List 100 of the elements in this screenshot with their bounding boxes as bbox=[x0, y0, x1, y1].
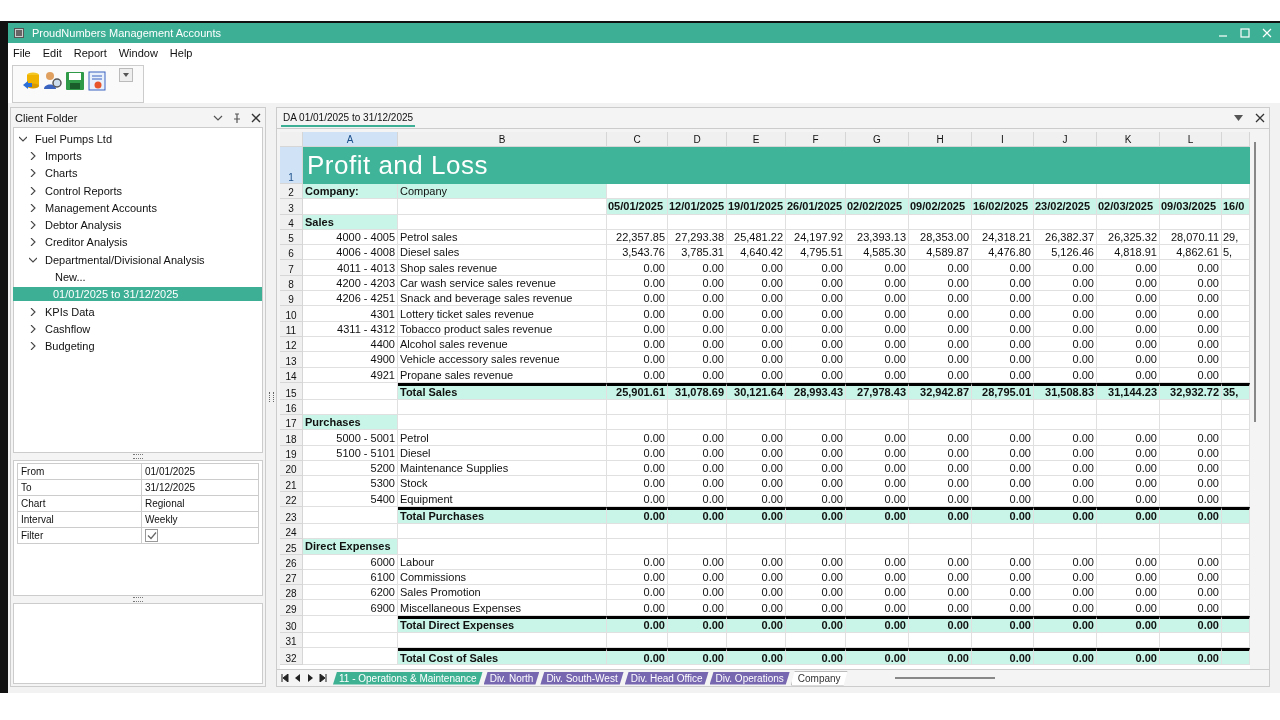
date-header: 19/01/2025 bbox=[727, 199, 786, 215]
tree-item[interactable]: Charts bbox=[43, 166, 80, 181]
sheet-tab[interactable]: Div. Head Office bbox=[624, 671, 709, 685]
table-cell: 6200 bbox=[303, 585, 398, 601]
column-header[interactable]: J bbox=[1034, 132, 1097, 147]
property-value[interactable]: Weekly bbox=[142, 512, 259, 528]
row-number[interactable]: 20 bbox=[280, 461, 303, 477]
pin-icon[interactable] bbox=[232, 112, 242, 123]
chevron-down-icon[interactable] bbox=[19, 134, 27, 143]
row-number[interactable]: 9 bbox=[280, 291, 303, 307]
table-cell: 0.00 bbox=[727, 491, 786, 507]
property-value[interactable]: Regional bbox=[142, 496, 259, 512]
table-cell: 0.00 bbox=[607, 569, 668, 586]
checkbox[interactable] bbox=[145, 529, 158, 542]
dropdown-arrow-icon[interactable] bbox=[1234, 114, 1243, 122]
tree-item[interactable]: Fuel Pumps Ltd bbox=[33, 131, 115, 146]
table-cell: 0.00 bbox=[1097, 367, 1160, 383]
row-number[interactable]: 10 bbox=[280, 306, 303, 322]
chevron-right-icon[interactable] bbox=[29, 151, 37, 160]
row-number[interactable]: 17 bbox=[280, 415, 303, 431]
menu-item[interactable]: Window bbox=[118, 47, 158, 59]
chevron-right-icon[interactable] bbox=[29, 238, 37, 247]
menu-item[interactable]: File bbox=[13, 47, 31, 59]
scrollbar-thumb[interactable] bbox=[894, 677, 995, 679]
tree-item[interactable]: Control Reports bbox=[43, 183, 125, 198]
column-header[interactable]: F bbox=[786, 132, 846, 147]
column-header[interactable]: D bbox=[668, 132, 727, 147]
corner-cell[interactable] bbox=[280, 132, 303, 147]
chevron-right-icon[interactable] bbox=[29, 203, 37, 212]
tree-item[interactable]: Departmental/Divisional Analysis bbox=[43, 252, 207, 267]
chevron-down-icon[interactable] bbox=[29, 255, 37, 264]
close-icon[interactable] bbox=[1255, 113, 1265, 123]
tree-item[interactable]: KPIs Data bbox=[43, 304, 97, 319]
save-icon[interactable] bbox=[65, 71, 85, 91]
table-cell: 0.00 bbox=[972, 367, 1034, 383]
row-number[interactable]: 6 bbox=[280, 245, 303, 261]
menu-item[interactable]: Edit bbox=[42, 47, 62, 59]
tree-item[interactable]: Creditor Analysis bbox=[43, 235, 130, 250]
table-cell: 4400 bbox=[303, 336, 398, 353]
database-icon[interactable] bbox=[21, 71, 41, 91]
column-header[interactable]: E bbox=[727, 132, 786, 147]
row-number[interactable]: 2 bbox=[280, 184, 303, 200]
person-search-icon[interactable] bbox=[43, 71, 63, 91]
chevron-right-icon[interactable] bbox=[29, 169, 37, 178]
row-number[interactable]: 7 bbox=[280, 260, 303, 276]
document-tab[interactable]: DA 01/01/2025 to 31/12/2025 bbox=[281, 109, 416, 127]
splitter-handle[interactable] bbox=[133, 597, 143, 602]
table-cell: 0.00 bbox=[846, 291, 909, 307]
column-header[interactable]: C bbox=[607, 132, 668, 147]
row-number[interactable]: 3 bbox=[280, 199, 303, 215]
column-header[interactable]: G bbox=[846, 132, 909, 147]
menu-item[interactable]: Help bbox=[169, 47, 193, 59]
property-value[interactable]: 01/01/2025 bbox=[142, 464, 259, 480]
row-number[interactable]: 28 bbox=[280, 585, 303, 601]
row-number[interactable]: 1 bbox=[280, 147, 303, 184]
sheet-tab[interactable]: Div. South-West bbox=[540, 671, 624, 685]
chevron-right-icon[interactable] bbox=[29, 324, 37, 333]
table-cell: 0.00 bbox=[846, 491, 909, 507]
row-number[interactable]: 29 bbox=[280, 600, 303, 616]
column-header[interactable]: L bbox=[1160, 132, 1222, 147]
column-header[interactable]: B bbox=[398, 132, 607, 147]
splitter-handle[interactable] bbox=[268, 392, 274, 402]
chevron-right-icon[interactable] bbox=[29, 342, 37, 351]
property-value[interactable]: 31/12/2025 bbox=[142, 480, 259, 496]
row-number[interactable]: 13 bbox=[280, 352, 303, 368]
next-sheet-icon[interactable] bbox=[307, 674, 313, 682]
first-sheet-icon[interactable] bbox=[281, 674, 289, 682]
tree-item[interactable]: Cashflow bbox=[43, 321, 93, 336]
last-sheet-icon[interactable] bbox=[319, 674, 327, 682]
tree-item[interactable]: Management Accounts bbox=[43, 200, 159, 215]
row-number[interactable]: 25 bbox=[280, 539, 303, 555]
splitter-handle[interactable] bbox=[133, 454, 143, 459]
empty-cell bbox=[909, 214, 972, 230]
menu-item[interactable]: Report bbox=[73, 47, 107, 59]
table-cell: Diesel sales bbox=[398, 245, 607, 261]
close-icon[interactable] bbox=[251, 112, 261, 123]
column-header[interactable]: A bbox=[303, 132, 398, 147]
tree-item[interactable]: Imports bbox=[43, 148, 84, 163]
sheet-tab[interactable]: Company bbox=[790, 670, 848, 686]
table-cell: 0.00 bbox=[1034, 461, 1097, 477]
table-cell: 0.00 bbox=[607, 491, 668, 507]
panel-title: Client Folder bbox=[15, 111, 79, 124]
chevron-right-icon[interactable] bbox=[29, 221, 37, 230]
row-number[interactable]: 21 bbox=[280, 476, 303, 492]
row-number[interactable]: 18 bbox=[280, 430, 303, 446]
form-icon[interactable] bbox=[87, 71, 107, 91]
previous-sheet-icon[interactable] bbox=[295, 674, 301, 682]
chevron-right-icon[interactable] bbox=[29, 307, 37, 316]
tree-item[interactable]: New... bbox=[53, 270, 88, 284]
column-header[interactable]: I bbox=[972, 132, 1034, 147]
tree-item[interactable]: Debtor Analysis bbox=[43, 218, 124, 233]
column-header[interactable]: H bbox=[909, 132, 972, 147]
scrollbar-thumb[interactable] bbox=[1254, 142, 1256, 422]
sheet-tab[interactable]: Div. North bbox=[483, 671, 540, 685]
row-number[interactable]: 32 bbox=[280, 648, 303, 665]
sheet-tab[interactable]: Div. Operations bbox=[709, 671, 790, 685]
tree-item[interactable]: Budgeting bbox=[43, 339, 97, 354]
column-header[interactable]: K bbox=[1097, 132, 1160, 147]
empty-cell bbox=[972, 214, 1034, 230]
chevron-right-icon[interactable] bbox=[29, 186, 37, 195]
